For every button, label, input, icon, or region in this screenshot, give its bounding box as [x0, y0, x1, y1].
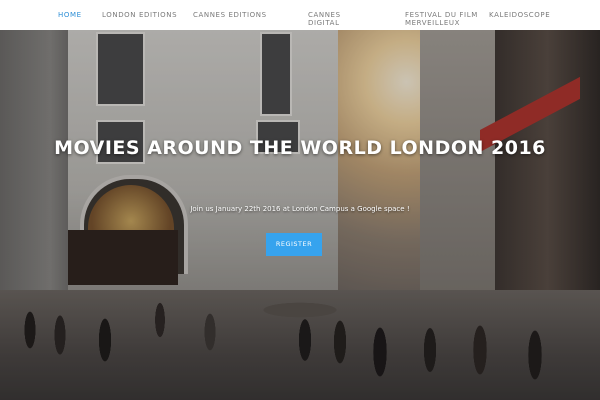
nav-item-london-editions[interactable]: LONDON EDITIONS: [102, 11, 177, 19]
hero-title: MOVIES AROUND THE WORLD LONDON 2016: [54, 137, 546, 159]
hero-banner: MOVIES AROUND THE WORLD LONDON 2016 Join…: [0, 30, 600, 400]
nav-item-cannes-digital[interactable]: CANNES DIGITAL: [308, 11, 348, 27]
top-navigation: HOME LONDON EDITIONS CANNES EDITIONS CAN…: [0, 0, 600, 30]
hero-subtitle: Join us January 22th 2016 at London Camp…: [190, 205, 410, 213]
nav-item-cannes-editions[interactable]: CANNES EDITIONS: [193, 11, 267, 19]
nav-item-kaleidoscope[interactable]: KALEIDOSCOPE: [489, 11, 550, 19]
hero-overlay: [0, 30, 600, 400]
nav-item-festival-du-film-merveilleux[interactable]: FESTIVAL DU FILM MERVEILLEUX: [405, 11, 485, 27]
nav-item-home[interactable]: HOME: [58, 11, 82, 19]
register-button[interactable]: REGISTER: [266, 233, 322, 256]
